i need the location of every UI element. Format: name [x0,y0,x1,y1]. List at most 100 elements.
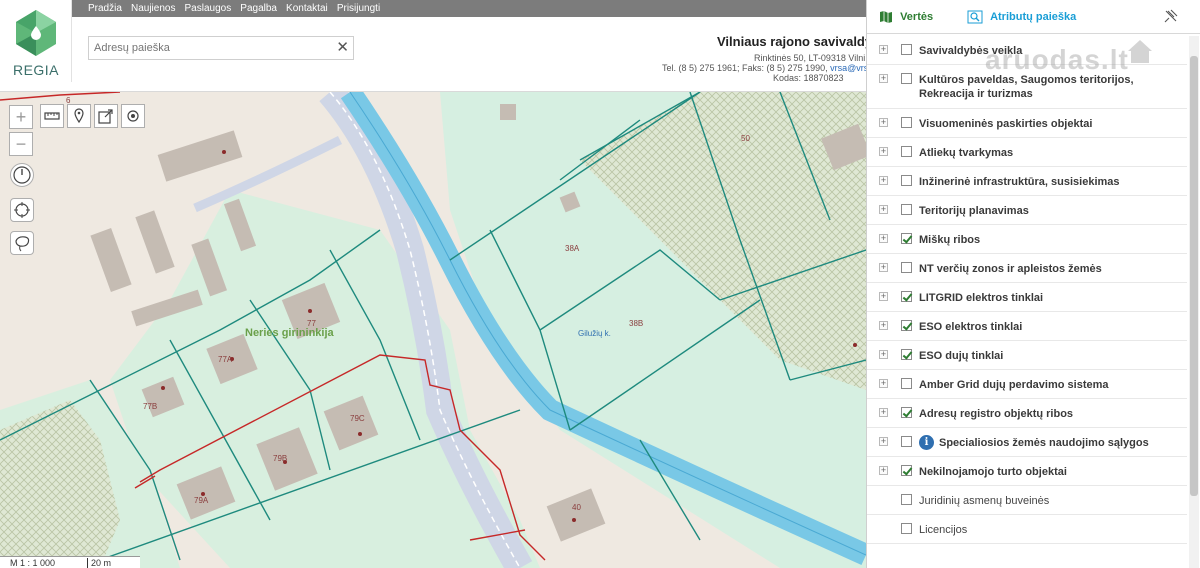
history-button[interactable] [10,163,34,187]
layer-row[interactable]: + Miškų ribos [867,225,1187,254]
nav-home[interactable]: Pradžia [88,0,122,17]
layer-label: Atliekų tvarkymas [919,147,1014,159]
tab-attribute-search-label: Atributų paieška [990,11,1077,23]
organization-email[interactable]: vrsa@vrsa [830,63,866,73]
map-pin-icon [74,108,84,124]
expand-layer-icon[interactable]: + [879,408,888,417]
zoom-out-button[interactable]: − [9,132,33,156]
map-label-38b: 38B [629,319,644,328]
layer-label: Miškų ribos [919,234,981,246]
layer-row[interactable]: + Visuomeninės paskirties objektai [867,109,1187,138]
expand-layer-icon[interactable]: + [879,379,888,388]
expand-layer-icon[interactable]: + [879,205,888,214]
layer-row[interactable]: + LITGRID elektros tinklai [867,283,1187,312]
expand-layer-icon[interactable]: + [879,466,888,475]
tab-layers[interactable]: Vertės [879,10,933,24]
scale-ratio: M 1 : 1 000 [10,558,56,568]
layer-row[interactable]: + Amber Grid dujų perdavimo sistema [867,370,1187,399]
layer-row[interactable]: + Atliekų tvarkymas [867,138,1187,167]
layer-label: Kultūros paveldas, Saugomos teritorijos,… [919,74,1134,100]
locate-me-button[interactable] [10,198,34,222]
layer-checkbox[interactable] [901,407,912,418]
layer-checkbox[interactable] [901,175,912,186]
layer-checkbox[interactable] [901,233,912,244]
organization-phone: Tel. (8 5) 275 1961; Faks: (8 5) 275 199… [662,63,831,73]
map-scale-bar: M 1 : 1 000 20 m [0,556,140,568]
layers-panel: Vertės Atributų paieška + Savivaldybės ve… [866,0,1200,568]
address-search-input[interactable] [89,37,329,59]
layer-checkbox[interactable] [901,204,912,215]
lasso-select-button[interactable] [10,231,34,255]
layer-checkbox[interactable] [901,436,912,447]
layer-checkbox[interactable] [901,73,912,84]
share-button[interactable] [94,104,118,128]
expand-layer-icon[interactable]: + [879,45,888,54]
expand-layer-icon[interactable]: + [879,74,888,83]
layer-checkbox[interactable] [901,146,912,157]
lasso-icon [15,236,30,252]
layer-label: NT verčių zonos ir apleistos žemės [919,263,1102,275]
share-icon [98,109,113,124]
expand-layer-icon[interactable]: + [879,321,888,330]
point-select-button[interactable] [121,104,145,128]
layer-label: Amber Grid dujų perdavimo sistema [919,379,1109,391]
layer-checkbox[interactable] [901,349,912,360]
nav-news[interactable]: Naujienos [131,0,175,17]
layer-checkbox[interactable] [901,44,912,55]
unpin-panel-button[interactable] [1163,8,1179,27]
layer-checkbox[interactable] [901,523,912,534]
organization-contacts: Tel. (8 5) 275 1961; Faks: (8 5) 275 199… [662,63,866,73]
info-icon[interactable]: i [919,435,934,450]
layer-row[interactable]: + Nekilnojamojo turto objektai [867,457,1187,486]
regia-logo[interactable]: REGIA [0,0,72,82]
scrollbar-thumb[interactable] [1190,56,1198,496]
expand-layer-icon[interactable]: + [879,292,888,301]
layer-checkbox[interactable] [901,117,912,128]
layer-row[interactable]: + ESO elektros tinklai [867,312,1187,341]
layer-checkbox[interactable] [901,494,912,505]
zoom-in-button[interactable]: + [9,105,33,129]
nav-login[interactable]: Prisijungti [337,0,380,17]
nav-contacts[interactable]: Kontaktai [286,0,328,17]
layer-row[interactable]: + ESO dujų tinklai [867,341,1187,370]
layer-checkbox[interactable] [901,320,912,331]
watermark-text: aruodas.lt [985,44,1129,75]
top-navigation: Pradžia Naujienos Paslaugos Pagalba Kont… [72,0,866,17]
crosshair-icon [14,202,30,218]
nav-help[interactable]: Pagalba [240,0,277,17]
layer-row[interactable]: + Adresų registro objektų ribos [867,399,1187,428]
layer-label: LITGRID elektros tinklai [919,292,1044,304]
layer-checkbox[interactable] [901,291,912,302]
layer-checkbox[interactable] [901,262,912,273]
layer-row[interactable]: + Teritorijų planavimas [867,196,1187,225]
layer-row[interactable]: + i Specialiosios žemės naudojimo sąlygos [867,428,1187,457]
expand-layer-icon[interactable]: + [879,118,888,127]
layer-label: Adresų registro objektų ribos [919,408,1074,420]
address-search: ✕ [88,36,354,60]
place-marker-button[interactable] [67,104,91,128]
tab-layers-label: Vertės [900,11,934,23]
layer-list-scrollbar[interactable] [1189,36,1199,568]
layer-checkbox[interactable] [901,378,912,389]
expand-layer-icon[interactable]: + [879,263,888,272]
layer-row[interactable]: + Inžinerinė infrastruktūra, susisiekimas [867,167,1187,196]
clear-search-icon[interactable]: ✕ [336,39,349,57]
expand-layer-icon[interactable]: + [879,350,888,359]
map-canvas[interactable]: 6 50 38A 38B 77 77A 77B 79C 79B 79A 40 N… [0,0,866,568]
area-name-label: Gilužių k. [578,329,611,338]
nav-services[interactable]: Paslaugos [185,0,232,17]
organization-address: Rinktinės 50, LT-09318 Vilni [754,53,866,63]
expand-layer-icon[interactable]: + [879,176,888,185]
expand-layer-icon[interactable]: + [879,147,888,156]
expand-layer-icon[interactable]: + [879,234,888,243]
layer-row[interactable]: + NT verčių zonos ir apleistos žemės [867,254,1187,283]
map-label-77a: 77A [218,355,233,364]
measure-tool-button[interactable] [40,104,64,128]
expand-layer-icon[interactable]: + [879,437,888,446]
logo-text: REGIA [12,62,60,78]
map-label-50: 50 [741,134,750,143]
layer-row[interactable]: Licencijos [867,515,1187,544]
layer-checkbox[interactable] [901,465,912,476]
layer-row[interactable]: Juridinių asmenų buveinės [867,486,1187,515]
tab-attribute-search[interactable]: Atributų paieška [967,10,1076,24]
